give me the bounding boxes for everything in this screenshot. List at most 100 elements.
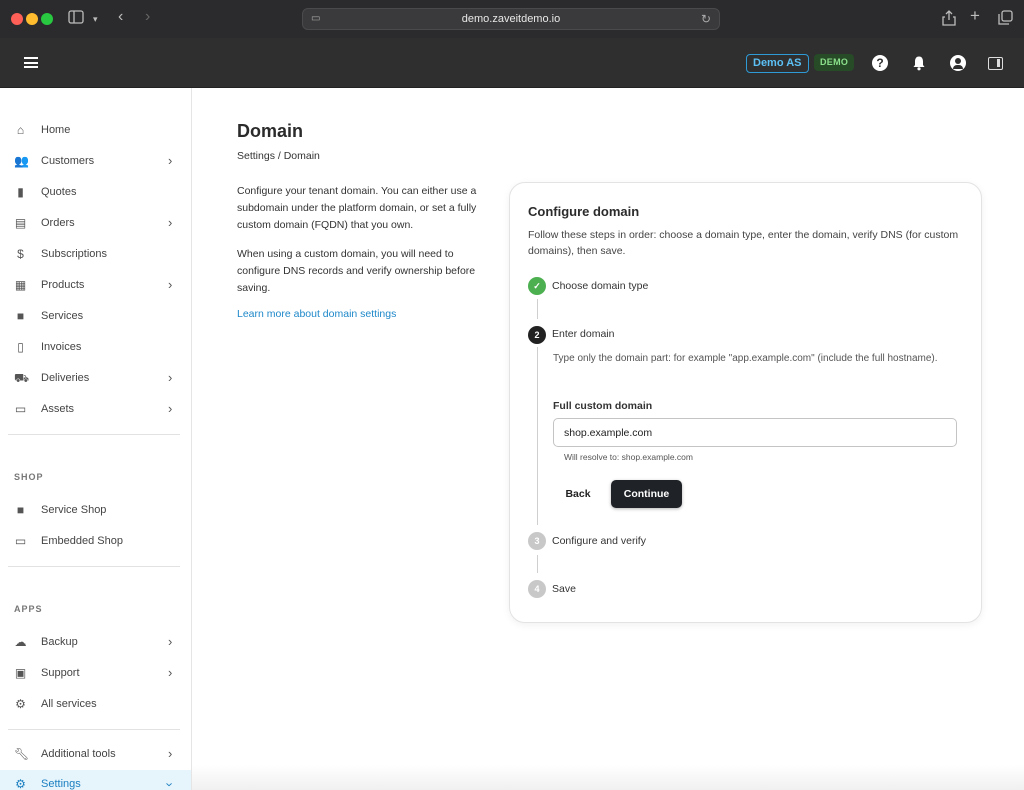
- continue-button[interactable]: Continue: [611, 480, 682, 508]
- dollar-cycle-icon: $: [17, 247, 24, 261]
- step-1-label[interactable]: Choose domain type: [552, 280, 648, 292]
- sidebar-item-label: Orders: [41, 217, 75, 229]
- home-icon: ⌂: [16, 123, 25, 137]
- breadcrumb: Settings / Domain: [237, 150, 320, 162]
- catalog-icon: ▦: [14, 278, 27, 292]
- step-connector: [537, 299, 538, 319]
- truck-icon: ⛟: [14, 371, 30, 385]
- browser-toolbar: ▾ ‹ › ▭ demo.zaveitdemo.io ↻ +: [0, 0, 1024, 38]
- sidebar-item-label: Quotes: [41, 186, 77, 198]
- step-4-label[interactable]: Save: [552, 583, 576, 595]
- bag-icon: ■: [16, 503, 25, 517]
- tabs-overview-icon[interactable]: [998, 10, 1013, 29]
- sidebar-item-label: Services: [41, 310, 84, 322]
- step-2-number: 2: [528, 326, 546, 344]
- new-tab-icon[interactable]: +: [970, 7, 980, 25]
- people-icon: 👥: [14, 154, 29, 168]
- sidebar-item-subscriptions[interactable]: $ Subscriptions: [0, 240, 191, 270]
- forward-arrow-icon[interactable]: ›: [145, 8, 150, 26]
- sidebar-item-label: Subscriptions: [41, 248, 108, 260]
- sidebar-section-shop: SHOP: [14, 472, 44, 482]
- back-button[interactable]: Back: [556, 481, 600, 507]
- side-panel-icon[interactable]: [988, 57, 1003, 70]
- sidebar-divider: [8, 434, 180, 435]
- chevron-right-icon: ›: [168, 277, 173, 292]
- sidebar-item-label: Customers: [41, 155, 95, 167]
- environment-badge: DEMO: [814, 54, 855, 71]
- sidebar-item-products[interactable]: ▦ Products ›: [0, 271, 191, 301]
- sidebar-item-orders[interactable]: ▤ Orders ›: [0, 209, 191, 239]
- help-icon[interactable]: ?: [872, 55, 888, 71]
- chevron-right-icon: ›: [168, 746, 173, 761]
- bottom-shadow: [192, 765, 1024, 790]
- sidebar-item-label: Embedded Shop: [41, 535, 123, 547]
- step-1-check-icon: ✓: [528, 277, 546, 295]
- sidebar-toggle-icon[interactable]: [68, 10, 84, 28]
- sidebar-item-service-shop[interactable]: ■ Service Shop: [0, 496, 191, 526]
- close-window-button[interactable]: [11, 13, 23, 25]
- custom-domain-input[interactable]: [553, 418, 957, 447]
- sidebar-item-invoices[interactable]: ▯ Invoices: [0, 333, 191, 363]
- tenant-badge[interactable]: Demo AS: [746, 54, 809, 73]
- chevron-right-icon: ›: [168, 215, 173, 230]
- sidebar-divider: [8, 566, 180, 567]
- sidebar-item-label: Support: [41, 667, 80, 679]
- sidebar-item-backup[interactable]: ☁ Backup ›: [0, 628, 191, 658]
- step-connector: [537, 555, 538, 573]
- sidebar-item-label: Backup: [41, 636, 78, 648]
- resolve-helper-text: Will resolve to: shop.example.com: [564, 452, 693, 462]
- chevron-right-icon: ›: [168, 634, 173, 649]
- sidebar-item-services[interactable]: ■ Services: [0, 302, 191, 332]
- url-text: demo.zaveitdemo.io: [461, 13, 561, 25]
- intro-paragraph: When using a custom domain, you will nee…: [237, 248, 476, 294]
- list-icon: ▤: [14, 216, 27, 230]
- sidebar-item-label: Products: [41, 279, 85, 291]
- sidebar-item-label: Invoices: [41, 341, 82, 353]
- learn-more-link[interactable]: Learn more about domain settings: [237, 308, 396, 320]
- sidebar-item-home[interactable]: ⌂ Home: [0, 116, 191, 146]
- step-connector: [537, 347, 538, 525]
- card-title: Configure domain: [528, 204, 640, 219]
- chevron-down-icon: ›: [162, 782, 178, 787]
- sidebar-item-label: Deliveries: [41, 372, 90, 384]
- embed-icon: ▭: [14, 534, 27, 548]
- gear-icon: ⚙: [15, 777, 26, 790]
- sidebar-item-label: All services: [41, 698, 97, 710]
- step-3-number: 3: [528, 532, 546, 550]
- sidebar-item-quotes[interactable]: ▮ Quotes: [0, 178, 191, 208]
- sidebar-item-all-services[interactable]: ⚙ All services: [0, 690, 191, 720]
- laptop-icon: ▭: [14, 402, 27, 416]
- sidebar-item-embedded-shop[interactable]: ▭ Embedded Shop: [0, 527, 191, 557]
- document-dollar-icon: ▮: [17, 185, 24, 199]
- sidebar-item-assets[interactable]: ▭ Assets ›: [0, 395, 191, 425]
- step-hint: Type only the domain part: for example "…: [553, 353, 938, 364]
- sidebar-item-settings[interactable]: ⚙ Settings ›: [0, 770, 191, 790]
- sidebar-divider: [8, 729, 180, 730]
- sidebar-item-label: Additional tools: [41, 748, 116, 760]
- ticket-icon: ▣: [14, 666, 27, 680]
- menu-icon[interactable]: [24, 57, 38, 68]
- chevron-down-icon[interactable]: ▾: [93, 10, 98, 28]
- share-icon[interactable]: [942, 10, 956, 30]
- chevron-right-icon: ›: [168, 665, 173, 680]
- zoom-window-button[interactable]: [41, 13, 53, 25]
- sidebar-item-additional-tools[interactable]: 🔧︎ Additional tools ›: [0, 740, 191, 770]
- back-arrow-icon[interactable]: ‹: [118, 8, 123, 26]
- chevron-right-icon: ›: [168, 401, 173, 416]
- bell-icon[interactable]: [911, 55, 927, 71]
- reload-icon[interactable]: ↻: [701, 12, 711, 26]
- sidebar-item-label: Settings: [41, 778, 81, 790]
- step-4-number: 4: [528, 580, 546, 598]
- account-icon[interactable]: [950, 55, 966, 71]
- domain-field-label: Full custom domain: [553, 400, 653, 412]
- chevron-right-icon: ›: [168, 370, 173, 385]
- minimize-window-button[interactable]: [26, 13, 38, 25]
- step-2-label[interactable]: Enter domain: [552, 328, 614, 340]
- sidebar-section-apps: APPS: [14, 604, 43, 614]
- address-bar[interactable]: ▭ demo.zaveitdemo.io ↻: [302, 8, 720, 30]
- sidebar-item-support[interactable]: ▣ Support ›: [0, 659, 191, 689]
- sidebar-item-deliveries[interactable]: ⛟ Deliveries ›: [0, 364, 191, 394]
- step-3-label[interactable]: Configure and verify: [552, 535, 646, 547]
- chevron-right-icon: ›: [168, 153, 173, 168]
- sidebar-item-customers[interactable]: 👥 Customers ›: [0, 147, 191, 177]
